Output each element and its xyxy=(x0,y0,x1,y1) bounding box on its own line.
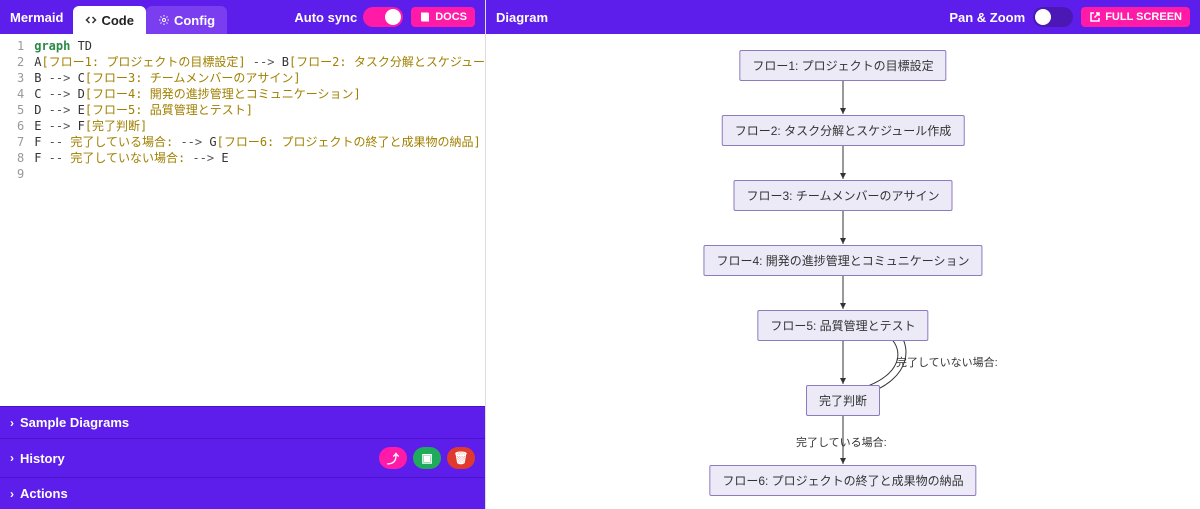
history-save-button[interactable]: ▣ xyxy=(413,447,441,469)
fullscreen-label: FULL SCREEN xyxy=(1105,11,1182,23)
left-header: Mermaid Code Config Auto sync DOCS xyxy=(0,0,485,34)
tab-code[interactable]: Code xyxy=(73,6,146,34)
autosync-label: Auto sync xyxy=(294,10,357,25)
chevron-right-icon: › xyxy=(10,451,14,465)
history-upload-button[interactable]: ⤴ xyxy=(379,447,407,469)
diagram-node-5: フロー5: 品質管理とテスト xyxy=(757,310,928,341)
line-gutter: 1 2 3 4 5 6 7 8 9 xyxy=(0,38,34,406)
tab-config-label: Config xyxy=(174,13,215,28)
panzoom-toggle[interactable] xyxy=(1033,7,1073,27)
chevron-right-icon: › xyxy=(10,487,14,501)
save-icon: ▣ xyxy=(421,451,432,465)
diagram-canvas[interactable]: フロー1: プロジェクトの目標設定 フロー2: タスク分解とスケジュール作成 フ… xyxy=(486,34,1200,509)
autosync-group: Auto sync xyxy=(294,7,403,27)
diagram-node-7: フロー6: プロジェクトの終了と成果物の納品 xyxy=(709,465,976,496)
panel-actions[interactable]: › Actions xyxy=(0,477,485,509)
diagram-node-4: フロー4: 開発の進捗管理とコミュニケーション xyxy=(703,245,982,276)
code-editor[interactable]: 1 2 3 4 5 6 7 8 9 graph TD A[フロー1: プロジェク… xyxy=(0,34,485,406)
docs-button[interactable]: DOCS xyxy=(411,7,475,27)
diagram-node-1: フロー1: プロジェクトの目標設定 xyxy=(739,50,946,81)
autosync-toggle[interactable] xyxy=(363,7,403,27)
panel-history[interactable]: › History ⤴ ▣ 🗑 xyxy=(0,438,485,477)
trash-icon: 🗑 xyxy=(453,451,468,465)
code-icon xyxy=(85,14,97,26)
upload-icon: ⤴ xyxy=(387,450,399,467)
panzoom-label: Pan & Zoom xyxy=(949,10,1025,25)
panel-actions-label: Actions xyxy=(20,486,68,501)
panel-history-label: History xyxy=(20,451,65,466)
brand: Mermaid xyxy=(10,10,63,25)
history-delete-button[interactable]: 🗑 xyxy=(447,447,475,469)
chevron-right-icon: › xyxy=(10,416,14,430)
diagram-node-6: 完了判断 xyxy=(806,385,880,416)
external-link-icon xyxy=(1089,11,1101,23)
book-icon xyxy=(419,11,431,23)
edge-label-done: 完了している場合: xyxy=(796,434,887,450)
panel-sample-diagrams[interactable]: › Sample Diagrams xyxy=(0,406,485,438)
fullscreen-button[interactable]: FULL SCREEN xyxy=(1081,7,1190,27)
right-header: Diagram Pan & Zoom FULL SCREEN xyxy=(486,0,1200,34)
diagram-node-2: フロー2: タスク分解とスケジュール作成 xyxy=(722,115,965,146)
gear-icon xyxy=(158,14,170,26)
panel-sample-label: Sample Diagrams xyxy=(20,415,129,430)
docs-label: DOCS xyxy=(435,11,467,23)
tab-config[interactable]: Config xyxy=(146,6,227,34)
code-content[interactable]: graph TD A[フロー1: プロジェクトの目標設定] --> B[フロー2… xyxy=(34,38,485,406)
tab-code-label: Code xyxy=(101,13,134,28)
edge-label-not-done: 完了していない場合: xyxy=(896,354,998,370)
diagram-node-3: フロー3: チームメンバーのアサイン xyxy=(734,180,953,211)
diagram-title: Diagram xyxy=(496,10,548,25)
